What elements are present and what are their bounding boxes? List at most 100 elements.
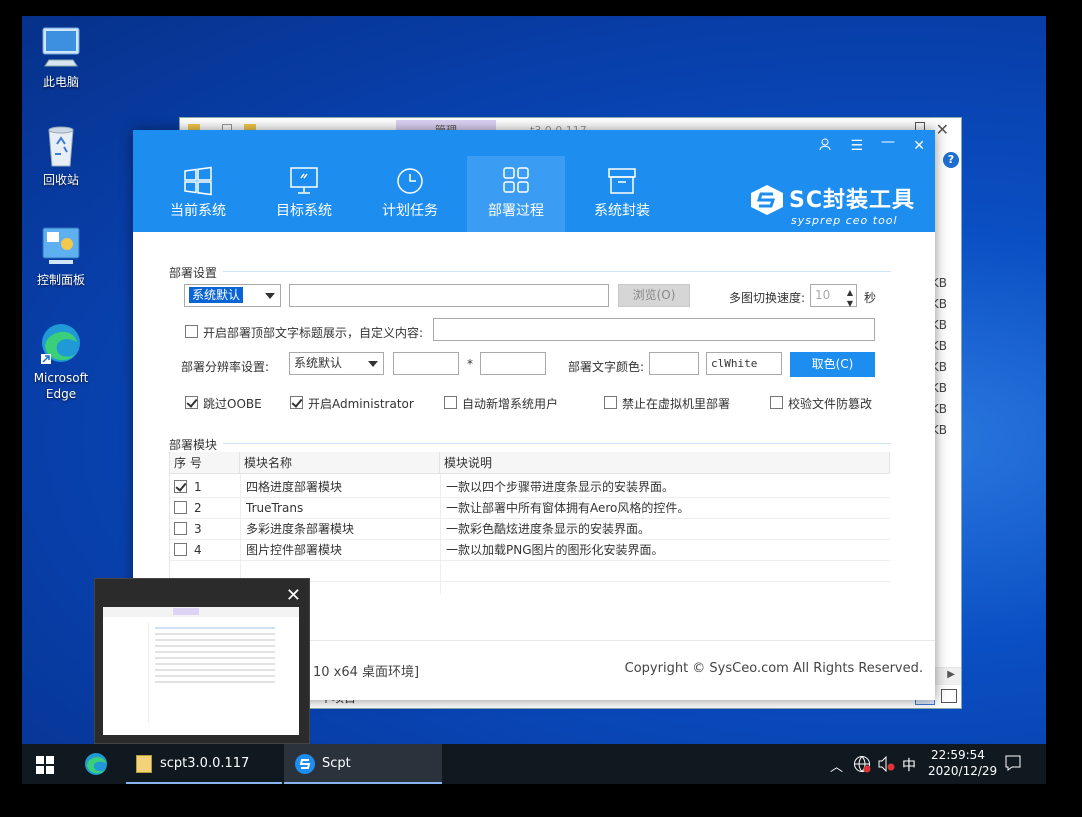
active-indicator — [126, 782, 282, 784]
ime-indicator[interactable]: 中 — [902, 755, 916, 784]
module-desc: 一款让部署中所有窗体拥有Aero风格的控件。 — [446, 501, 690, 515]
column-header-no[interactable]: 序 号 — [170, 452, 240, 474]
copyright-text: Copyright © SysCeo.com All Rights Reserv… — [624, 661, 923, 676]
module-desc: 一款以四个步骤带进度条显示的安装界面。 — [446, 480, 675, 494]
monitor-icon — [290, 167, 318, 194]
tab-label: 当前系统 — [170, 203, 226, 219]
desktop-icon-label: 控制面板 — [36, 273, 85, 287]
windows-icon — [36, 756, 54, 774]
tab-label: 目标系统 — [276, 203, 332, 219]
color-value-input[interactable]: clWhite — [706, 352, 782, 375]
module-name: 图片控件部署模块 — [246, 543, 343, 557]
tab-label: 系统封装 — [594, 203, 650, 219]
color-swatch[interactable] — [649, 352, 699, 375]
desktop-icon-this-pc[interactable]: 此电脑 — [22, 24, 100, 90]
tab-deploy-process[interactable]: 部署过程 — [467, 156, 565, 232]
table-row[interactable]: 2 TrueTrans 一款让部署中所有窗体拥有Aero风格的控件。 — [170, 498, 890, 519]
sc-logo-icon — [295, 754, 315, 774]
windows-icon — [184, 166, 212, 196]
desktop-icon-control-panel[interactable]: 控制面板 — [22, 222, 100, 288]
tiles-view-icon[interactable] — [941, 689, 957, 703]
module-checkbox[interactable] — [174, 501, 187, 514]
edge-icon — [41, 324, 80, 364]
taskbar: scpt3.0.0.117 Scpt ︿ 中 22:59:54 2020/12/… — [22, 744, 1046, 784]
tab-system-package[interactable]: 系统封装 — [573, 156, 671, 232]
taskbar-thumbnail[interactable]: ✕ — [94, 578, 310, 744]
column-header-desc[interactable]: 模块说明 — [440, 452, 890, 474]
module-checkbox[interactable] — [174, 543, 187, 556]
column-header-name[interactable]: 模块名称 — [240, 452, 440, 474]
text-color-label: 部署文字颜色: — [568, 360, 645, 374]
tray-overflow-icon[interactable]: ︿ — [830, 756, 843, 784]
table-row[interactable]: 4 图片控件部署模块 一款以加载PNG图片的图形化安装界面。 — [170, 540, 890, 561]
minimize-icon[interactable]: — — [881, 134, 895, 150]
start-button[interactable] — [36, 756, 54, 778]
module-no: 4 — [194, 543, 202, 557]
speed-value: 10 — [815, 288, 831, 302]
speed-unit: 秒 — [864, 291, 877, 305]
module-name: 多彩进度条部署模块 — [246, 522, 355, 536]
taskbar-app-scpt-folder[interactable]: scpt3.0.0.117 — [126, 744, 282, 784]
help-icon[interactable]: ? — [943, 152, 959, 168]
close-icon[interactable]: ✕ — [936, 120, 949, 139]
module-name: 四格进度部署模块 — [246, 480, 343, 494]
module-table[interactable]: 序 号 模块名称 模块说明 1 四格进度部署模块 一款以四个步骤带进度条显示的安… — [169, 452, 890, 594]
folder-icon — [136, 755, 152, 773]
close-icon[interactable]: ✕ — [286, 585, 301, 606]
enable-admin-checkbox[interactable] — [290, 396, 303, 409]
tab-current-system[interactable]: 当前系统 — [149, 156, 247, 232]
taskbar-app-scpt[interactable]: Scpt — [284, 744, 442, 784]
tab-target-system[interactable]: 目标系统 — [255, 156, 353, 232]
skip-oobe-checkbox[interactable] — [185, 396, 198, 409]
box-icon — [608, 168, 636, 194]
table-row[interactable]: 1 四格进度部署模块 一款以四个步骤带进度条显示的安装界面。 — [170, 477, 890, 498]
volume-muted-icon[interactable] — [877, 755, 895, 784]
tab-scheduled-task[interactable]: 计划任务 — [361, 156, 459, 232]
tab-label: 计划任务 — [382, 203, 438, 219]
background-select[interactable]: 系统默认 — [184, 284, 281, 307]
brand-title: SC封装工具 — [789, 188, 915, 213]
resolution-width-input[interactable] — [393, 352, 459, 375]
notification-icon[interactable] — [1004, 754, 1022, 784]
user-icon[interactable] — [819, 138, 831, 154]
chevron-down-icon — [265, 293, 275, 299]
module-no: 2 — [194, 501, 202, 515]
sc-header: ☰ — ✕ 当前系统 目标系统 计划任务 部署过程 系统封装 SC封装工具 sy… — [133, 130, 935, 232]
speed-input[interactable]: 10 ▲ ▼ — [810, 284, 857, 308]
browse-button[interactable]: 浏览(O) — [618, 284, 690, 307]
pick-color-button[interactable]: 取色(C) — [790, 352, 875, 377]
clock-time: 22:59:54 — [931, 748, 985, 762]
clock-date: 2020/12/29 — [928, 764, 998, 778]
module-checkbox[interactable] — [174, 522, 187, 535]
control-panel-icon — [42, 227, 80, 264]
close-icon[interactable]: ✕ — [913, 138, 925, 154]
module-desc: 一款以加载PNG图片的图形化安装界面。 — [446, 543, 664, 557]
background-path-input[interactable] — [289, 284, 609, 307]
thumbnail-preview — [103, 607, 299, 735]
network-icon[interactable] — [853, 755, 871, 784]
skip-oobe-label: 跳过OOBE — [203, 397, 262, 411]
active-indicator — [284, 782, 442, 784]
desktop-icon-edge[interactable]: Microsoft Edge — [22, 320, 100, 402]
desktop-icon-label: Microsoft Edge — [33, 371, 89, 401]
taskbar-edge[interactable] — [84, 752, 108, 780]
block-vm-checkbox[interactable] — [604, 396, 617, 409]
resolution-height-input[interactable] — [480, 352, 546, 375]
module-checkbox[interactable] — [174, 480, 187, 493]
enable-admin-label: 开启Administrator — [308, 397, 414, 411]
scroll-right-icon[interactable]: ▶ — [947, 669, 955, 680]
env-text: 10 x64 桌面环境] — [313, 665, 420, 680]
background-select-value: 系统默认 — [189, 287, 244, 303]
title-text-input[interactable] — [433, 318, 875, 341]
spin-down-icon[interactable]: ▼ — [847, 293, 853, 314]
auto-add-user-checkbox[interactable] — [444, 396, 457, 409]
table-row[interactable]: 3 多彩进度条部署模块 一款彩色酷炫进度条显示的安装界面。 — [170, 519, 890, 540]
taskbar-app-label: Scpt — [322, 756, 351, 771]
title-display-checkbox[interactable] — [185, 325, 198, 338]
menu-icon[interactable]: ☰ — [850, 138, 863, 154]
clock[interactable]: 22:59:54 2020/12/29 — [928, 744, 998, 784]
resolution-select[interactable]: 系统默认 — [289, 352, 384, 375]
resolution-separator: * — [467, 357, 473, 371]
verify-files-checkbox[interactable] — [770, 396, 783, 409]
desktop-icon-recycle-bin[interactable]: 回收站 — [22, 122, 100, 188]
